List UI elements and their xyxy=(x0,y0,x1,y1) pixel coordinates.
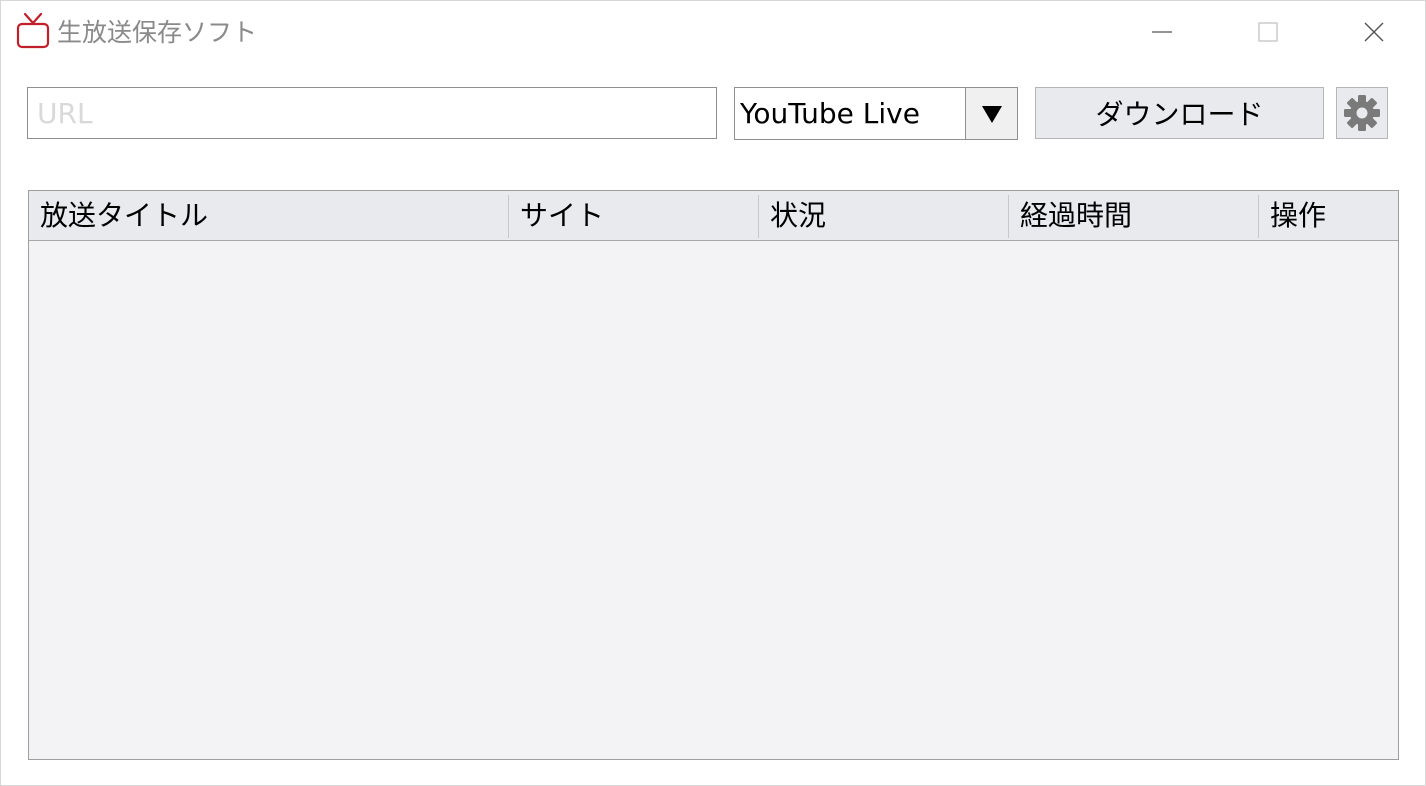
broadcast-table: 放送タイトル サイト 状況 経過時間 操作 xyxy=(28,190,1399,760)
minimize-icon xyxy=(1152,31,1172,33)
maximize-button[interactable] xyxy=(1245,9,1291,55)
app-window: 生放送保存ソフト YouTube Live ダウンロード xyxy=(0,0,1426,786)
tv-icon xyxy=(15,11,51,51)
close-button[interactable] xyxy=(1351,9,1397,55)
site-select-value: YouTube Live xyxy=(740,97,920,130)
url-input[interactable] xyxy=(27,87,717,139)
column-header-status[interactable]: 状況 xyxy=(759,191,1009,240)
settings-button[interactable] xyxy=(1336,87,1388,139)
site-select[interactable]: YouTube Live xyxy=(734,87,1018,140)
column-header-elapsed-time[interactable]: 経過時間 xyxy=(1009,191,1259,240)
dropdown-arrow-button[interactable] xyxy=(965,88,1017,139)
close-icon xyxy=(1364,22,1384,42)
table-body xyxy=(29,241,1398,759)
window-title: 生放送保存ソフト xyxy=(57,18,258,47)
column-header-site[interactable]: サイト xyxy=(509,191,759,240)
title-bar: 生放送保存ソフト xyxy=(1,1,1425,63)
triangle-down-icon xyxy=(981,105,1002,123)
column-header-title[interactable]: 放送タイトル xyxy=(29,191,509,240)
minimize-button[interactable] xyxy=(1139,9,1185,55)
maximize-icon xyxy=(1258,22,1278,42)
table-header: 放送タイトル サイト 状況 経過時間 操作 xyxy=(29,191,1398,241)
column-header-actions[interactable]: 操作 xyxy=(1259,191,1398,240)
gear-icon xyxy=(1344,95,1380,131)
download-button[interactable]: ダウンロード xyxy=(1035,87,1324,139)
